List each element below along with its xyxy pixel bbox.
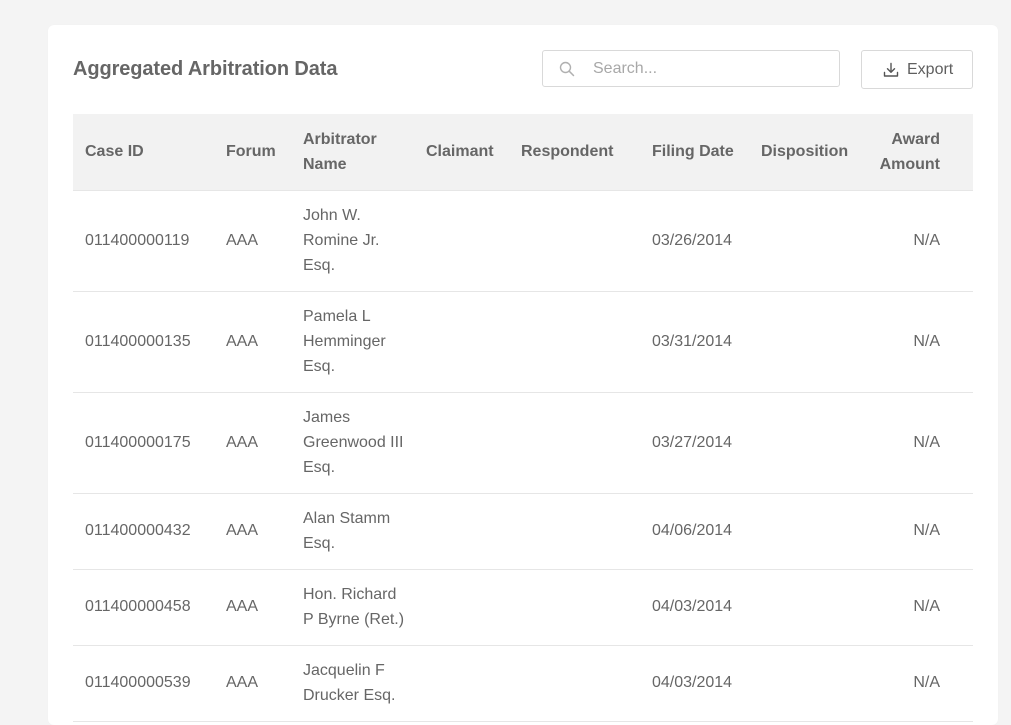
cell-filing-date: 03/27/2014 — [640, 392, 749, 494]
cell-award-amount: N/A — [865, 569, 973, 646]
cell-respondent — [519, 392, 640, 494]
cell-filing-date: 04/03/2014 — [640, 569, 749, 646]
cell-disposition — [749, 291, 865, 393]
table-header-row: Case ID Forum Arbitrator Name Claimant R… — [73, 114, 973, 191]
search-icon — [559, 61, 575, 77]
cell-case-id: 011400000458 — [73, 569, 214, 646]
cell-arbitrator-name: Hon. Richard P Byrne (Ret.) — [291, 569, 424, 646]
column-header-respondent[interactable]: Respondent — [519, 114, 640, 191]
cell-case-id: 011400000135 — [73, 291, 214, 393]
page-title: Aggregated Arbitration Data — [73, 58, 338, 80]
data-card: Aggregated Arbitration Data Export C — [48, 25, 998, 725]
download-icon — [883, 62, 899, 78]
cell-disposition — [749, 569, 865, 646]
cell-forum: AAA — [214, 645, 291, 722]
cell-forum: AAA — [214, 569, 291, 646]
export-button[interactable]: Export — [861, 50, 973, 89]
column-header-claimant[interactable]: Claimant — [424, 114, 519, 191]
search-input[interactable] — [593, 51, 833, 86]
cell-award-amount: N/A — [865, 392, 973, 494]
search-box[interactable] — [542, 50, 840, 87]
column-header-filing-date[interactable]: Filing Date — [640, 114, 749, 191]
column-header-award-amount[interactable]: Award Amount — [865, 114, 973, 191]
cell-filing-date: 04/03/2014 — [640, 645, 749, 722]
cell-forum: AAA — [214, 392, 291, 494]
cell-award-amount: N/A — [865, 645, 973, 722]
cell-arbitrator-name: Pamela L Hemminger Esq. — [291, 291, 424, 393]
cell-claimant — [424, 645, 519, 722]
cell-forum: AAA — [214, 190, 291, 292]
column-header-case-id[interactable]: Case ID — [73, 114, 214, 191]
column-header-forum[interactable]: Forum — [214, 114, 291, 191]
cell-respondent — [519, 493, 640, 570]
cell-claimant — [424, 190, 519, 292]
column-header-disposition[interactable]: Disposition — [749, 114, 865, 191]
cell-disposition — [749, 493, 865, 570]
cell-filing-date: 03/31/2014 — [640, 291, 749, 393]
cell-respondent — [519, 569, 640, 646]
cell-claimant — [424, 291, 519, 393]
table-row[interactable]: 011400000458 AAA Hon. Richard P Byrne (R… — [73, 569, 973, 646]
column-header-arbitrator-name[interactable]: Arbitrator Name — [291, 114, 424, 191]
cell-respondent — [519, 291, 640, 393]
cell-award-amount: N/A — [865, 190, 973, 292]
table-row[interactable]: 011400000135 AAA Pamela L Hemminger Esq.… — [73, 291, 973, 393]
cell-claimant — [424, 392, 519, 494]
cell-case-id: 011400000539 — [73, 645, 214, 722]
cell-arbitrator-name: James Greenwood III Esq. — [291, 392, 424, 494]
cell-disposition — [749, 645, 865, 722]
table-row[interactable]: 011400000119 AAA John W. Romine Jr. Esq.… — [73, 190, 973, 292]
export-label: Export — [907, 61, 954, 78]
table-row[interactable]: 011400000432 AAA Alan Stamm Esq. 04/06/2… — [73, 493, 973, 570]
cell-filing-date: 03/26/2014 — [640, 190, 749, 292]
cell-arbitrator-name: Jacquelin F Drucker Esq. — [291, 645, 424, 722]
cell-award-amount: N/A — [865, 493, 973, 570]
table-row[interactable]: 011400000539 AAA Jacquelin F Drucker Esq… — [73, 645, 973, 722]
cell-claimant — [424, 493, 519, 570]
cell-case-id: 011400000119 — [73, 190, 214, 292]
cell-claimant — [424, 569, 519, 646]
table-row[interactable]: 011400000175 AAA James Greenwood III Esq… — [73, 392, 973, 494]
cell-disposition — [749, 190, 865, 292]
cell-forum: AAA — [214, 493, 291, 570]
cell-disposition — [749, 392, 865, 494]
cell-arbitrator-name: John W. Romine Jr. Esq. — [291, 190, 424, 292]
cell-respondent — [519, 190, 640, 292]
arbitration-table: Case ID Forum Arbitrator Name Claimant R… — [73, 114, 973, 722]
cell-respondent — [519, 645, 640, 722]
cell-case-id: 011400000432 — [73, 493, 214, 570]
cell-arbitrator-name: Alan Stamm Esq. — [291, 493, 424, 570]
cell-filing-date: 04/06/2014 — [640, 493, 749, 570]
cell-forum: AAA — [214, 291, 291, 393]
cell-case-id: 011400000175 — [73, 392, 214, 494]
cell-award-amount: N/A — [865, 291, 973, 393]
